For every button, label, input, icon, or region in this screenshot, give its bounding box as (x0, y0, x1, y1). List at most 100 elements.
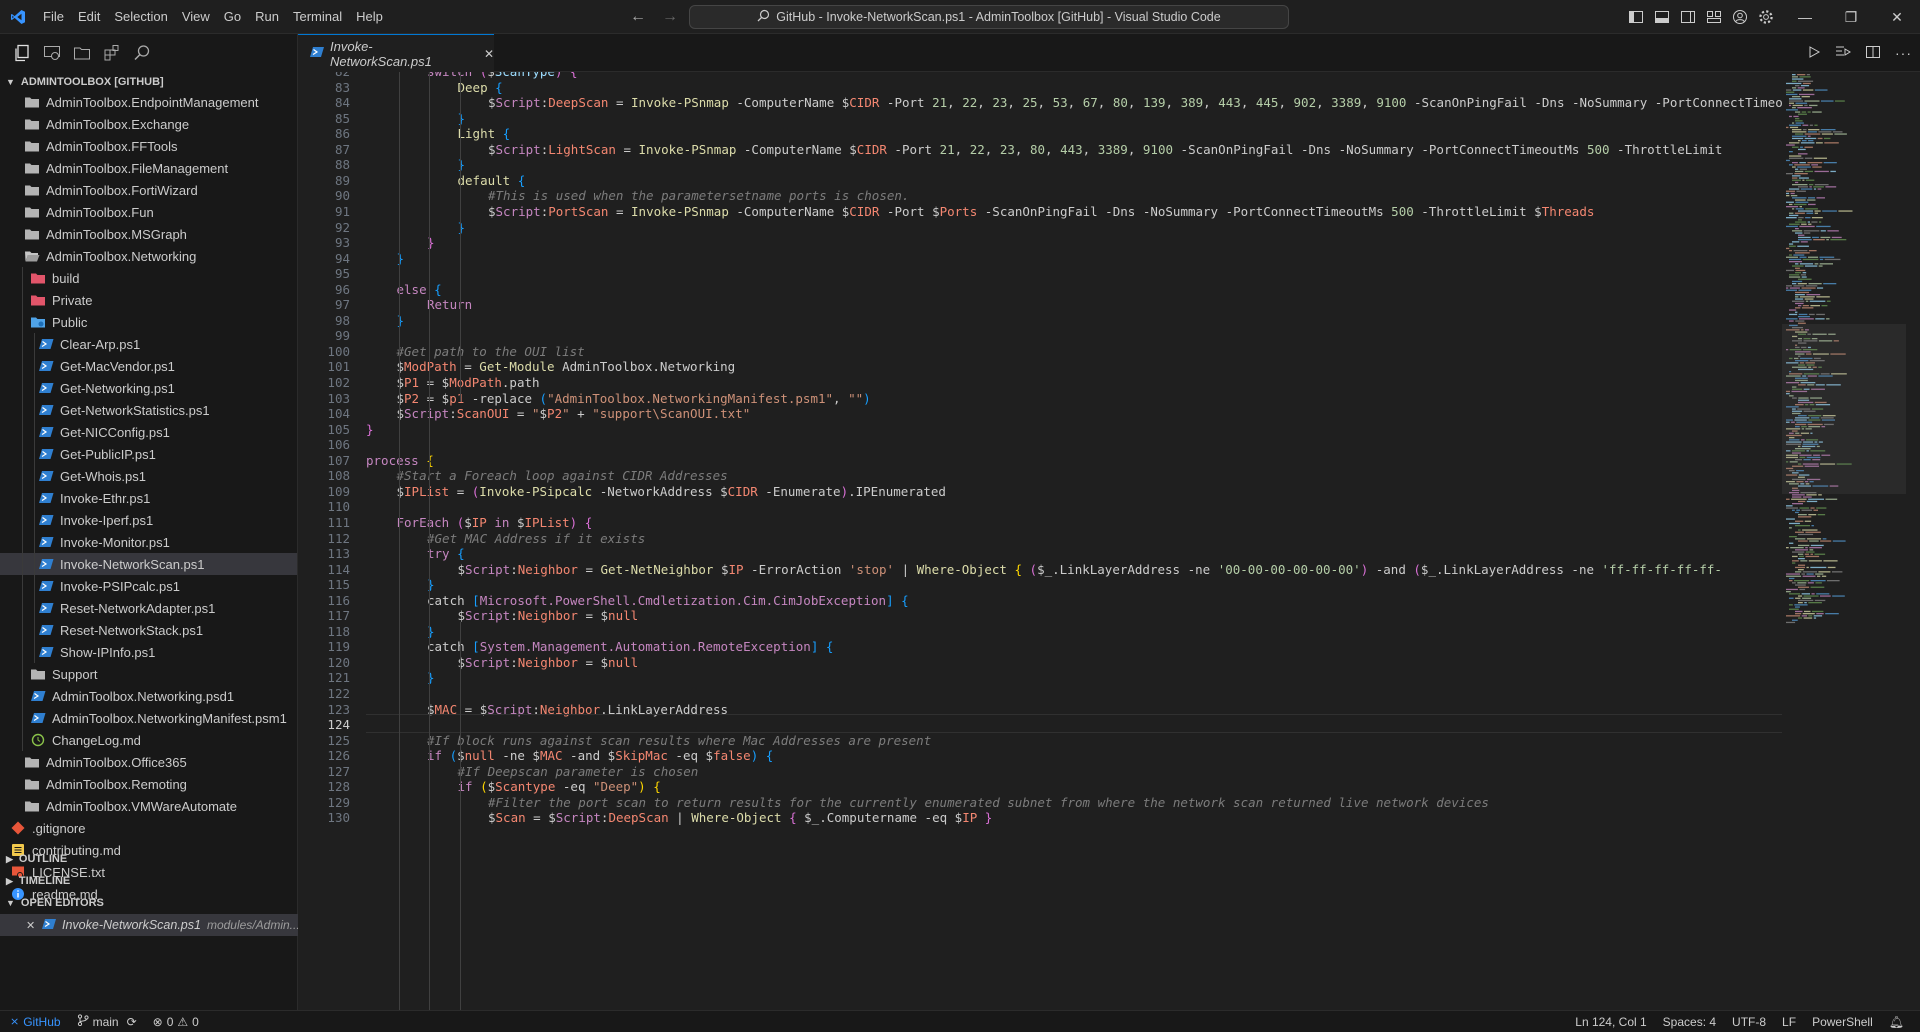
tree-item-admintoolbox-fortiwizard[interactable]: AdminToolbox.FortiWizard (0, 179, 297, 201)
language-mode[interactable]: PowerShell (1804, 1015, 1881, 1029)
minimap-slider[interactable] (1782, 324, 1906, 494)
tree-item-admintoolbox-filemanagement[interactable]: AdminToolbox.FileManagement (0, 157, 297, 179)
tree-item-label: Clear-Arp.ps1 (60, 336, 141, 352)
forward-arrow-icon[interactable]: → (662, 8, 678, 26)
account-icon[interactable] (1732, 9, 1748, 25)
outline-section[interactable]: ▶ OUTLINE (0, 848, 298, 870)
command-center[interactable]: GitHub - Invoke-NetworkScan.ps1 - AdminT… (689, 5, 1289, 29)
tree-item-admintoolbox-vmwareautomate[interactable]: AdminToolbox.VMWareAutomate (0, 795, 297, 817)
tree-item-get-networking-ps1[interactable]: Get-Networking.ps1 (0, 377, 297, 399)
back-arrow-icon[interactable]: ← (630, 8, 646, 26)
sync-icon[interactable]: ⟳ (127, 1015, 137, 1029)
tree-item-gitignore[interactable]: .gitignore (0, 817, 297, 839)
tree-item-admintoolbox-msgraph[interactable]: AdminToolbox.MSGraph (0, 223, 297, 245)
tree-item-admintoolbox-fun[interactable]: AdminToolbox.Fun (0, 201, 297, 223)
tree-item-reset-networkadapter-ps1[interactable]: Reset-NetworkAdapter.ps1 (0, 597, 297, 619)
window-controls: — ❐ ✕ (1782, 0, 1920, 34)
remote-explorer-icon[interactable] (42, 43, 62, 63)
indentation[interactable]: Spaces: 4 (1655, 1015, 1724, 1029)
tree-item-admintoolbox-fftools[interactable]: AdminToolbox.FFTools (0, 135, 297, 157)
tree-item-admintoolbox-office365[interactable]: AdminToolbox.Office365 (0, 751, 297, 773)
toggle-primary-sidebar-icon[interactable] (1628, 9, 1644, 25)
powershell-icon (38, 468, 54, 484)
tree-item-get-nicconfig-ps1[interactable]: Get-NICConfig.ps1 (0, 421, 297, 443)
close-icon[interactable]: ✕ (26, 919, 35, 932)
menu-item-run[interactable]: Run (248, 0, 286, 34)
customize-layout-icon[interactable] (1706, 9, 1722, 25)
menu-item-selection[interactable]: Selection (107, 0, 174, 34)
tree-item-get-whois-ps1[interactable]: Get-Whois.ps1 (0, 465, 297, 487)
menu-item-view[interactable]: View (175, 0, 217, 34)
tree-item-admintoolbox-networking[interactable]: AdminToolbox.Networking (0, 245, 297, 267)
tree-item-support[interactable]: Support (0, 663, 297, 685)
branch-indicator[interactable]: main ⟳ (69, 1014, 145, 1029)
explorer-root-header[interactable]: ▼ ADMINTOOLBOX [GITHUB] (0, 73, 297, 91)
tree-item-clear-arp-ps1[interactable]: Clear-Arp.ps1 (0, 333, 297, 355)
encoding[interactable]: UTF-8 (1724, 1015, 1774, 1029)
tab-invoke-networkscan[interactable]: Invoke-NetworkScan.ps1 ✕ (298, 34, 494, 72)
run-icon[interactable] (1807, 45, 1821, 62)
extensions-icon[interactable] (102, 43, 122, 63)
tree-item-invoke-iperf-ps1[interactable]: Invoke-Iperf.ps1 (0, 509, 297, 531)
tree-item-label: AdminToolbox.VMWareAutomate (46, 798, 237, 814)
tree-item-build[interactable]: build (0, 267, 297, 289)
problems-indicator[interactable]: ⊗ 0 ⚠ 0 (145, 1015, 207, 1029)
timeline-section[interactable]: ▶ TIMELINE (0, 870, 298, 892)
open-editor-item[interactable]: ✕ Invoke-NetworkScan.ps1 modules/Admin..… (0, 914, 298, 936)
tree-item-get-macvendor-ps1[interactable]: Get-MacVendor.ps1 (0, 355, 297, 377)
tree-item-label: Get-Whois.ps1 (60, 468, 146, 484)
code-editor[interactable]: 8283848586878889909192939495969798991001… (298, 72, 1782, 1010)
tree-item-get-networkstatistics-ps1[interactable]: Get-NetworkStatistics.ps1 (0, 399, 297, 421)
tree-item-invoke-monitor-ps1[interactable]: Invoke-Monitor.ps1 (0, 531, 297, 553)
tree-item-label: Invoke-NetworkScan.ps1 (60, 556, 205, 572)
tree-item-invoke-ethr-ps1[interactable]: Invoke-Ethr.ps1 (0, 487, 297, 509)
menu-item-file[interactable]: File (36, 0, 71, 34)
split-editor-icon[interactable] (1865, 45, 1881, 62)
indent-guide (22, 421, 23, 443)
tree-item-changelog-md[interactable]: ChangeLog.md (0, 729, 297, 751)
menu-item-terminal[interactable]: Terminal (286, 0, 349, 34)
tree-item-label: Invoke-Ethr.ps1 (60, 490, 151, 506)
indent-guide (459, 72, 461, 402)
remote-indicator[interactable]: ⨯ GitHub (0, 1011, 69, 1032)
notifications-icon[interactable]: 🔔︎ (1881, 1015, 1912, 1029)
explorer-icon[interactable] (12, 43, 32, 63)
tree-item-label: Reset-NetworkStack.ps1 (60, 622, 204, 638)
cursor-position[interactable]: Ln 124, Col 1 (1567, 1015, 1654, 1029)
restore-icon[interactable]: ❐ (1828, 0, 1874, 34)
indent-guide (34, 619, 35, 641)
gear-icon[interactable] (1758, 9, 1774, 25)
run-selection-icon[interactable] (1835, 45, 1851, 62)
tree-item-admintoolbox-networkingmanifest-psm1[interactable]: AdminToolbox.NetworkingManifest.psm1 (0, 707, 297, 729)
close-icon[interactable]: ✕ (484, 47, 494, 61)
menu-item-help[interactable]: Help (349, 0, 390, 34)
tree-item-label: Invoke-Monitor.ps1 (60, 534, 170, 550)
tree-item-reset-networkstack-ps1[interactable]: Reset-NetworkStack.ps1 (0, 619, 297, 641)
search-icon[interactable] (132, 43, 152, 63)
toggle-panel-icon[interactable] (1654, 9, 1670, 25)
tree-item-admintoolbox-endpointmanagement[interactable]: AdminToolbox.EndpointManagement (0, 91, 297, 113)
more-actions-icon[interactable]: ··· (1895, 45, 1912, 61)
tree-item-invoke-psipcalc-ps1[interactable]: Invoke-PSIPcalc.ps1 (0, 575, 297, 597)
end-of-line[interactable]: LF (1774, 1015, 1804, 1029)
tree-item-admintoolbox-networking-psd1[interactable]: AdminToolbox.Networking.psd1 (0, 685, 297, 707)
tree-item-show-ipinfo-ps1[interactable]: Show-IPInfo.ps1 (0, 641, 297, 663)
tree-item-admintoolbox-exchange[interactable]: AdminToolbox.Exchange (0, 113, 297, 135)
indent-guide (22, 487, 23, 509)
minimize-icon[interactable]: — (1782, 0, 1828, 34)
menu-item-go[interactable]: Go (217, 0, 248, 34)
file-tree: AdminToolbox.EndpointManagement AdminTool… (0, 91, 297, 905)
open-editors-section[interactable]: ▼ OPEN EDITORS (0, 892, 298, 914)
tree-item-private[interactable]: Private (0, 289, 297, 311)
tree-item-invoke-networkscan-ps1[interactable]: Invoke-NetworkScan.ps1 (0, 553, 297, 575)
tree-item-admintoolbox-remoting[interactable]: AdminToolbox.Remoting (0, 773, 297, 795)
minimap[interactable] (1782, 72, 1920, 1010)
close-icon[interactable]: ✕ (1874, 0, 1920, 34)
vertical-scrollbar[interactable] (1906, 72, 1920, 1010)
tree-item-public[interactable]: Public (0, 311, 297, 333)
folder-icon[interactable] (72, 43, 92, 63)
toggle-secondary-sidebar-icon[interactable] (1680, 9, 1696, 25)
tree-item-get-publicip-ps1[interactable]: Get-PublicIP.ps1 (0, 443, 297, 465)
menu-item-edit[interactable]: Edit (71, 0, 107, 34)
code-area[interactable]: switch ($ScanType) {Deep {$Script:DeepSc… (366, 72, 1782, 1010)
